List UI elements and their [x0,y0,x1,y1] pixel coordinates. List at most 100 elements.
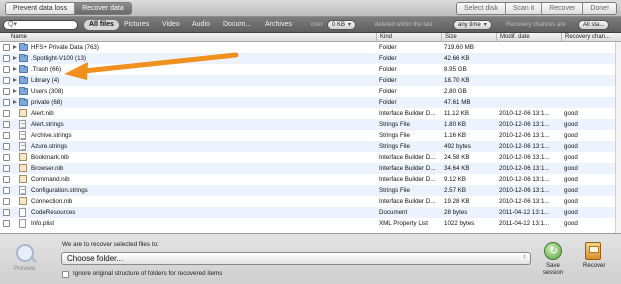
filter-tab-documents[interactable]: Docum... [223,20,251,30]
scrollbar[interactable] [615,42,621,233]
table-row[interactable]: Users (308) Folder 2.80 GB [0,86,621,97]
file-modified-date: 2010-12-06 13:1... [499,110,550,117]
file-kind: Strings File [379,121,410,128]
column-header-kind[interactable]: Kind [376,33,441,42]
step-scan-it[interactable]: Scan it [505,3,543,14]
table-row[interactable]: Bookmark.nib Interface Builder D... 24.58 … [0,152,621,163]
recovery-chance: good [564,154,578,161]
file-modified-date: 2010-12-06 13:1... [499,176,550,183]
row-checkbox[interactable] [3,165,10,172]
row-checkbox[interactable] [3,66,10,73]
step-done[interactable]: Done! [583,3,616,14]
time-filter-select[interactable]: any time ▾ [453,20,492,30]
ignore-structure-label[interactable]: Ignore original structure of folders for… [73,270,222,277]
filter-tab-pictures[interactable]: Pictures [124,20,149,30]
file-name: Azure.strings [31,143,68,150]
file-modified-date [499,75,561,86]
column-header-size[interactable]: Size [441,33,496,42]
table-row[interactable]: Connection.nib Interface Builder D... 19.2… [0,196,621,207]
row-checkbox[interactable] [3,44,10,51]
row-checkbox[interactable] [3,110,10,117]
destination-folder-value: Choose folder... [67,254,124,263]
step-select-disk[interactable]: Select disk [456,3,506,14]
save-session-button[interactable]: Save session [539,263,567,277]
recovery-chance: good [564,121,578,128]
file-kind: Folder [379,88,397,95]
recovery-chance: good [564,143,578,150]
folder-icon [19,87,28,95]
file-modified-date: 2010-12-06 13:1... [499,165,550,172]
table-row[interactable]: HFS+ Private Data (763) Folder 719.60 MB [0,42,621,53]
table-row[interactable]: CodeResources Document 28 bytes 2011-04-12 … [0,207,621,218]
recover-icon[interactable] [585,242,601,260]
file-modified-date [499,53,561,64]
file-kind: Interface Builder D... [379,198,436,205]
column-header-recovery-chance[interactable]: Recovery chan... [561,33,615,42]
table-row[interactable]: Alert.strings Strings File 1.80 KB 2010-12-… [0,119,621,130]
file-size: 47.61 MB [444,99,471,106]
row-checkbox[interactable] [3,77,10,84]
document-icon [19,208,26,217]
disclosure-triangle-icon[interactable] [13,89,17,93]
row-checkbox[interactable] [3,143,10,150]
row-checkbox[interactable] [3,55,10,62]
table-row[interactable]: Browser.nib Interface Builder D... 34.64 K… [0,163,621,174]
row-checkbox[interactable] [3,187,10,194]
table-row[interactable]: Archive.strings Strings File 1.16 KB 2010-1… [0,130,621,141]
disclosure-triangle-icon[interactable] [13,78,17,82]
row-checkbox[interactable] [3,88,10,95]
row-checkbox[interactable] [3,198,10,205]
tab-recover-data[interactable]: Recover data [75,3,131,14]
nib-file-icon [19,164,27,172]
ignore-structure-checkbox[interactable] [62,271,69,278]
column-header-name[interactable]: Name [8,33,376,42]
search-input[interactable]: Q▾ [3,20,78,30]
table-row[interactable]: Library (4) Folder 18.70 KB [0,75,621,86]
table-row[interactable]: Command.nib Interface Builder D... 9.12 KB… [0,174,621,185]
table-row[interactable]: private (68) Folder 47.61 MB [0,97,621,108]
recover-button[interactable]: Recover [583,263,605,269]
chances-filter-select[interactable]: All sta... [578,20,610,30]
magnifier-icon[interactable] [16,244,34,262]
row-checkbox[interactable] [3,121,10,128]
table-row[interactable]: Configuration.strings Strings File 2.57 KB… [0,185,621,196]
filter-tab-archives[interactable]: Archives [265,20,292,30]
filter-tab-video[interactable]: Video [162,20,180,30]
updown-arrow-icon: ↕ [523,254,526,260]
file-name: Configuration.strings [31,187,88,194]
file-name: Connection.nib [31,198,73,205]
file-name: .Trash (66) [31,66,62,73]
file-size: 9.12 KB [444,176,467,183]
strings-file-icon [19,186,26,195]
file-modified-date: 2010-12-06 13:1... [499,187,550,194]
row-checkbox[interactable] [3,132,10,139]
table-row[interactable]: Info.plist XML Property List 1022 bytes 201… [0,218,621,229]
file-name: CodeResources [31,209,76,216]
filter-tab-audio[interactable]: Audio [192,20,210,30]
preview-button-label[interactable]: Preview [14,266,35,272]
disclosure-triangle-icon[interactable] [13,67,17,71]
row-checkbox[interactable] [3,220,10,227]
disclosure-triangle-icon[interactable] [13,45,17,49]
table-header: Name Kind Size Modif. date Recovery chan… [0,33,621,42]
row-checkbox[interactable] [3,99,10,106]
step-recover[interactable]: Recover [542,3,584,14]
table-row[interactable]: Azure.strings Strings File 492 bytes 2010-1… [0,141,621,152]
row-checkbox[interactable] [3,209,10,216]
tab-prevent-data-loss[interactable]: Prevent data loss [6,3,76,14]
table-row[interactable]: Alert.nib Interface Builder D... 11.12 KB 2… [0,108,621,119]
size-filter-select[interactable]: 0 KB ▾ [327,20,357,30]
row-checkbox[interactable] [3,154,10,161]
file-kind: Folder [379,55,397,62]
table-row[interactable]: .Trash (66) Folder 8.95 GB [0,64,621,75]
disclosure-triangle-icon[interactable] [13,56,17,60]
chevron-down-icon: ▾ [348,22,352,28]
row-checkbox[interactable] [3,176,10,183]
column-header-modified[interactable]: Modif. date [496,33,561,42]
filter-tab-all-files[interactable]: All files [84,20,119,30]
file-kind: Folder [379,66,397,73]
destination-folder-select[interactable]: Choose folder... ↕ [61,252,531,265]
disclosure-triangle-icon[interactable] [13,100,17,104]
table-row[interactable]: .Spotlight-V100 (13) Folder 42.66 KB [0,53,621,64]
save-session-icon[interactable] [544,242,562,260]
